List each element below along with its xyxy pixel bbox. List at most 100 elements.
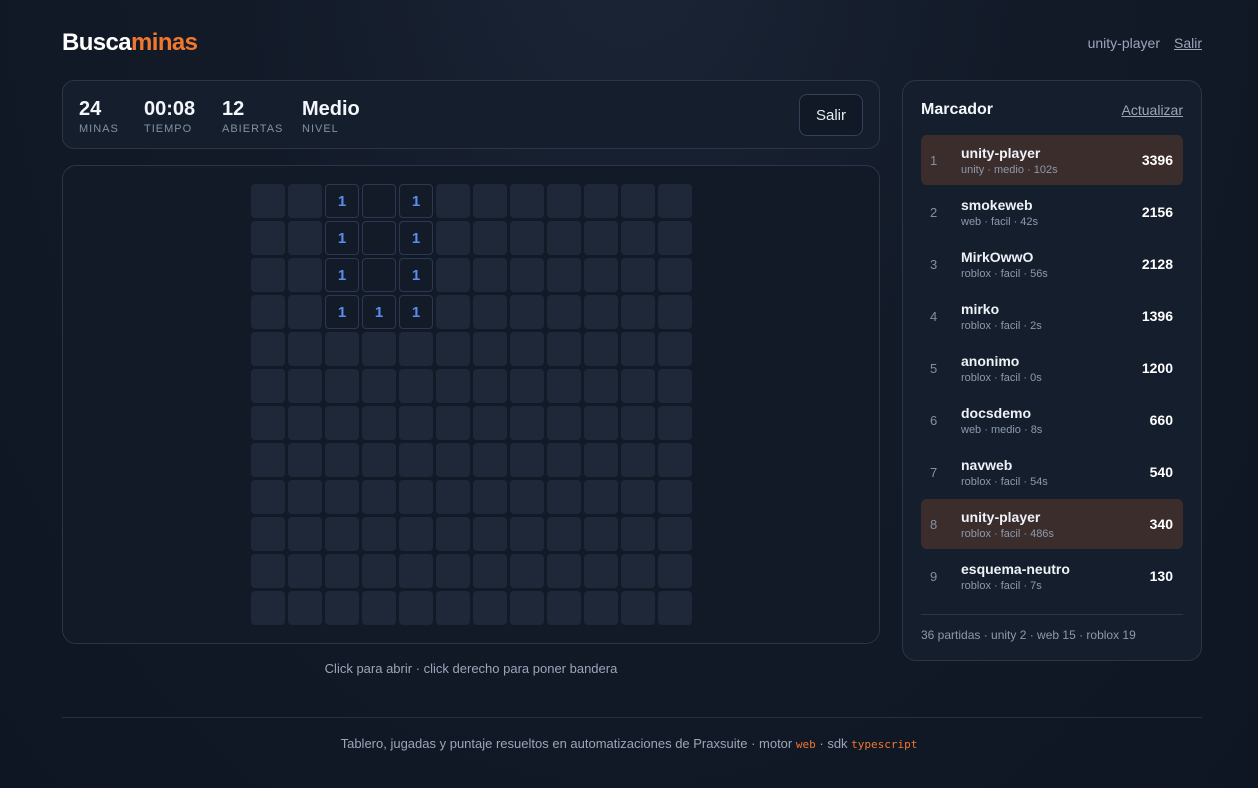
grid-cell[interactable] — [658, 406, 692, 440]
grid-cell[interactable] — [251, 443, 285, 477]
grid-cell[interactable] — [584, 443, 618, 477]
grid-cell[interactable] — [510, 554, 544, 588]
grid-cell[interactable] — [658, 443, 692, 477]
grid-cell[interactable] — [473, 591, 507, 625]
grid-cell[interactable] — [251, 258, 285, 292]
grid-cell[interactable] — [658, 480, 692, 514]
grid-cell[interactable] — [473, 517, 507, 551]
grid-cell[interactable] — [510, 221, 544, 255]
grid-cell[interactable] — [621, 258, 655, 292]
grid-cell[interactable] — [251, 406, 285, 440]
grid-cell[interactable] — [510, 517, 544, 551]
grid-cell[interactable] — [399, 406, 433, 440]
grid-cell[interactable] — [547, 591, 581, 625]
grid-cell[interactable] — [399, 369, 433, 403]
grid-cell[interactable] — [288, 443, 322, 477]
grid-cell[interactable] — [362, 591, 396, 625]
grid-cell[interactable] — [362, 517, 396, 551]
grid-cell[interactable] — [621, 480, 655, 514]
grid-cell[interactable] — [584, 554, 618, 588]
grid-cell[interactable] — [547, 258, 581, 292]
grid-cell[interactable] — [251, 554, 285, 588]
grid-cell[interactable] — [621, 591, 655, 625]
grid-cell[interactable] — [399, 443, 433, 477]
grid-cell[interactable] — [621, 406, 655, 440]
grid-cell[interactable] — [251, 591, 285, 625]
grid-cell[interactable] — [436, 406, 470, 440]
grid-cell[interactable] — [510, 443, 544, 477]
grid-cell[interactable] — [436, 369, 470, 403]
grid-cell[interactable] — [510, 406, 544, 440]
grid-cell[interactable] — [436, 480, 470, 514]
grid-cell[interactable] — [288, 184, 322, 218]
grid-cell-open[interactable] — [362, 258, 396, 292]
grid-cell[interactable] — [251, 295, 285, 329]
grid-cell[interactable] — [436, 184, 470, 218]
grid-cell[interactable] — [473, 480, 507, 514]
grid-cell[interactable] — [547, 295, 581, 329]
grid-cell[interactable] — [288, 480, 322, 514]
grid-cell[interactable] — [658, 517, 692, 551]
grid-cell[interactable] — [584, 221, 618, 255]
grid-cell[interactable] — [325, 517, 359, 551]
grid-cell[interactable] — [621, 369, 655, 403]
grid-cell[interactable] — [584, 332, 618, 366]
grid-cell[interactable] — [473, 184, 507, 218]
grid-cell[interactable] — [658, 184, 692, 218]
exit-button[interactable]: Salir — [799, 94, 863, 136]
grid-cell[interactable] — [325, 591, 359, 625]
grid-cell[interactable] — [510, 332, 544, 366]
grid-cell[interactable] — [325, 406, 359, 440]
grid-cell[interactable] — [547, 480, 581, 514]
grid-cell[interactable] — [547, 221, 581, 255]
grid-cell[interactable] — [584, 295, 618, 329]
grid-cell[interactable] — [473, 221, 507, 255]
grid-cell[interactable] — [288, 406, 322, 440]
grid-cell[interactable] — [621, 184, 655, 218]
grid-cell[interactable] — [362, 443, 396, 477]
grid-cell[interactable] — [288, 591, 322, 625]
grid-cell[interactable] — [251, 332, 285, 366]
grid-cell[interactable] — [547, 332, 581, 366]
grid-cell[interactable] — [436, 332, 470, 366]
grid-cell[interactable] — [621, 443, 655, 477]
grid-cell[interactable] — [584, 406, 618, 440]
grid-cell[interactable] — [288, 295, 322, 329]
grid-cell[interactable] — [473, 443, 507, 477]
grid-cell[interactable] — [362, 406, 396, 440]
grid-cell[interactable] — [658, 295, 692, 329]
grid-cell[interactable] — [288, 369, 322, 403]
grid-cell[interactable] — [584, 591, 618, 625]
grid-cell[interactable] — [251, 184, 285, 218]
grid-cell[interactable] — [658, 554, 692, 588]
grid-cell[interactable] — [510, 184, 544, 218]
grid-cell-open[interactable]: 1 — [399, 221, 433, 255]
grid-cell-open[interactable]: 1 — [325, 295, 359, 329]
grid-cell[interactable] — [399, 517, 433, 551]
grid-cell-open[interactable]: 1 — [362, 295, 396, 329]
grid-cell[interactable] — [399, 554, 433, 588]
grid-cell[interactable] — [325, 443, 359, 477]
grid-cell[interactable] — [510, 480, 544, 514]
grid-cell[interactable] — [658, 369, 692, 403]
grid-cell[interactable] — [510, 591, 544, 625]
logout-link[interactable]: Salir — [1174, 35, 1202, 51]
grid-cell-open[interactable]: 1 — [399, 258, 433, 292]
grid-cell[interactable] — [288, 554, 322, 588]
refresh-link[interactable]: Actualizar — [1122, 102, 1183, 118]
grid-cell[interactable] — [547, 554, 581, 588]
grid-cell-open[interactable]: 1 — [325, 184, 359, 218]
grid-cell[interactable] — [362, 480, 396, 514]
grid-cell[interactable] — [251, 221, 285, 255]
grid-cell[interactable] — [547, 517, 581, 551]
grid-cell[interactable] — [621, 554, 655, 588]
grid-cell[interactable] — [288, 517, 322, 551]
grid-cell[interactable] — [399, 332, 433, 366]
grid-cell[interactable] — [473, 369, 507, 403]
grid-cell[interactable] — [658, 221, 692, 255]
grid-cell-open[interactable]: 1 — [399, 184, 433, 218]
grid-cell-open[interactable]: 1 — [325, 221, 359, 255]
grid-cell[interactable] — [510, 295, 544, 329]
grid-cell[interactable] — [621, 295, 655, 329]
grid-cell[interactable] — [621, 332, 655, 366]
